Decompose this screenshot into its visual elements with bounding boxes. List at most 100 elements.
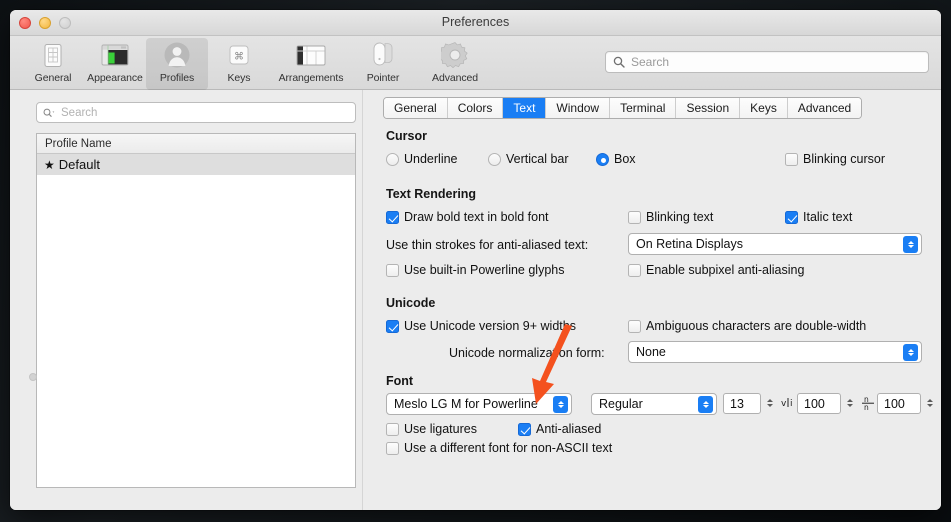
label-ligatures: Use ligatures — [404, 422, 477, 436]
settings-tabbar: General Colors Text Window Terminal Sess… — [383, 97, 863, 119]
popup-font-family[interactable]: Meslo LG M for Powerline — [386, 393, 572, 415]
horizontal-spacing-icon: v i — [781, 396, 796, 412]
toolbar-item-keys[interactable]: ⌘ Keys — [208, 38, 270, 90]
profiles-sidebar: Search Profile Name ★ Default — [10, 90, 372, 510]
profile-search-field[interactable]: Search — [36, 102, 356, 123]
checkbox-ambiguous[interactable] — [628, 320, 641, 333]
chevron-updown-icon — [698, 396, 713, 413]
checkbox-unicode-9[interactable] — [386, 320, 399, 333]
stepper-vertical-spacing[interactable] — [923, 393, 936, 413]
tab-session[interactable]: Session — [676, 98, 741, 118]
label-thin-strokes: Use thin strokes for anti-aliased text: — [386, 238, 589, 252]
profiles-icon — [146, 41, 208, 69]
toolbar-item-general[interactable]: General — [22, 38, 84, 90]
section-heading-unicode: Unicode — [386, 296, 436, 310]
column-header-profile-name: Profile Name — [45, 137, 112, 150]
label-blinking-text: Blinking text — [646, 210, 714, 224]
radio-box[interactable] — [596, 153, 609, 166]
chevron-updown-icon — [903, 344, 918, 361]
label-normalization: Unicode normalization form: — [449, 346, 605, 360]
toolbar-label-appearance: Appearance — [87, 72, 143, 84]
input-vertical-spacing[interactable]: 100 — [877, 393, 921, 414]
checkbox-blinking-cursor[interactable] — [785, 153, 798, 166]
label-vertical-bar: Vertical bar — [506, 152, 569, 166]
default-star-icon: ★ — [44, 157, 55, 172]
label-ambiguous: Ambiguous characters are double-width — [646, 319, 867, 333]
checkbox-powerline-glyphs[interactable] — [386, 264, 399, 277]
checkbox-antialiased[interactable] — [518, 423, 531, 436]
label-underline: Underline — [404, 152, 458, 166]
svg-text:n: n — [864, 403, 869, 410]
label-subpixel-aa: Enable subpixel anti-aliasing — [646, 263, 805, 277]
checkbox-draw-bold[interactable] — [386, 211, 399, 224]
checkbox-subpixel-aa[interactable] — [628, 264, 641, 277]
toolbar-item-appearance[interactable]: Appearance — [84, 38, 146, 90]
search-icon — [613, 56, 625, 68]
radio-underline[interactable] — [386, 153, 399, 166]
popup-normalization[interactable]: None — [628, 341, 922, 363]
profiles-list[interactable]: Profile Name ★ Default — [36, 133, 356, 488]
toolbar-search-field[interactable]: Search — [605, 51, 929, 73]
tab-general[interactable]: General — [384, 98, 448, 118]
profile-search-placeholder: Search — [61, 106, 98, 119]
appearance-icon — [84, 41, 146, 69]
preferences-content: Search Profile Name ★ Default General Co… — [10, 90, 941, 510]
checkbox-ligatures[interactable] — [386, 423, 399, 436]
checkbox-blinking-text[interactable] — [628, 211, 641, 224]
svg-text:v: v — [781, 399, 787, 409]
value-font-size: 13 — [730, 396, 744, 411]
svg-text:i: i — [790, 399, 793, 409]
sidebar-splitter-handle[interactable] — [29, 373, 37, 381]
toolbar-label-advanced: Advanced — [432, 72, 478, 84]
arrangements-icon — [270, 41, 352, 69]
svg-text:⌘: ⌘ — [234, 52, 244, 63]
toolbar-item-arrangements[interactable]: Arrangements — [270, 38, 352, 90]
popup-thin-strokes[interactable]: On Retina Displays — [628, 233, 922, 255]
table-row[interactable]: ★ Default — [37, 154, 355, 175]
vertical-spacing-icon: n n — [861, 395, 875, 413]
label-blinking-cursor: Blinking cursor — [803, 152, 885, 166]
toolbar-item-advanced[interactable]: Advanced — [414, 38, 496, 90]
checkbox-non-ascii-font[interactable] — [386, 442, 399, 455]
input-horizontal-spacing[interactable]: 100 — [797, 393, 841, 414]
pane-divider — [362, 90, 363, 510]
advanced-icon — [414, 41, 496, 69]
label-antialiased: Anti-aliased — [536, 422, 602, 436]
profile-name-default: Default — [58, 157, 100, 172]
checkbox-italic-text[interactable] — [785, 211, 798, 224]
preferences-toolbar: General Appearance Profiles ⌘ Keys Arran… — [10, 36, 941, 90]
input-font-size[interactable]: 13 — [723, 393, 761, 414]
value-font-style: Regular — [599, 397, 643, 411]
toolbar-label-general: General — [34, 72, 72, 84]
value-font-family: Meslo LG M for Powerline — [394, 397, 538, 411]
stepper-horizontal-spacing[interactable] — [843, 393, 856, 413]
keys-icon: ⌘ — [208, 41, 270, 69]
toolbar-label-keys: Keys — [227, 72, 251, 84]
text-settings-pane: General Colors Text Window Terminal Sess… — [373, 90, 941, 510]
toolbar-item-profiles[interactable]: Profiles — [146, 38, 208, 90]
tab-advanced[interactable]: Advanced — [787, 98, 862, 118]
label-draw-bold: Draw bold text in bold font — [404, 210, 549, 224]
value-normalization: None — [636, 345, 666, 359]
toolbar-label-arrangements: Arrangements — [278, 72, 344, 84]
toolbar-search-placeholder: Search — [631, 55, 670, 69]
profiles-list-header[interactable]: Profile Name — [37, 134, 355, 154]
radio-vertical-bar[interactable] — [488, 153, 501, 166]
general-icon — [22, 41, 84, 69]
tab-terminal[interactable]: Terminal — [610, 98, 677, 118]
label-non-ascii-font: Use a different font for non-ASCII text — [404, 441, 613, 455]
toolbar-item-pointer[interactable]: Pointer — [352, 38, 414, 90]
value-thin-strokes: On Retina Displays — [636, 237, 743, 251]
tab-window[interactable]: Window — [546, 98, 611, 118]
label-box: Box — [614, 152, 636, 166]
popup-font-style[interactable]: Regular — [591, 393, 717, 415]
tab-text[interactable]: Text — [503, 98, 547, 118]
chevron-updown-icon — [903, 236, 918, 253]
tab-keys[interactable]: Keys — [740, 98, 788, 118]
value-horizontal-spacing: 100 — [804, 396, 825, 411]
value-vertical-spacing: 100 — [884, 396, 905, 411]
pointer-icon — [352, 41, 414, 69]
tab-colors[interactable]: Colors — [447, 98, 504, 118]
toolbar-label-profiles: Profiles — [159, 72, 195, 84]
stepper-font-size[interactable] — [763, 393, 776, 413]
